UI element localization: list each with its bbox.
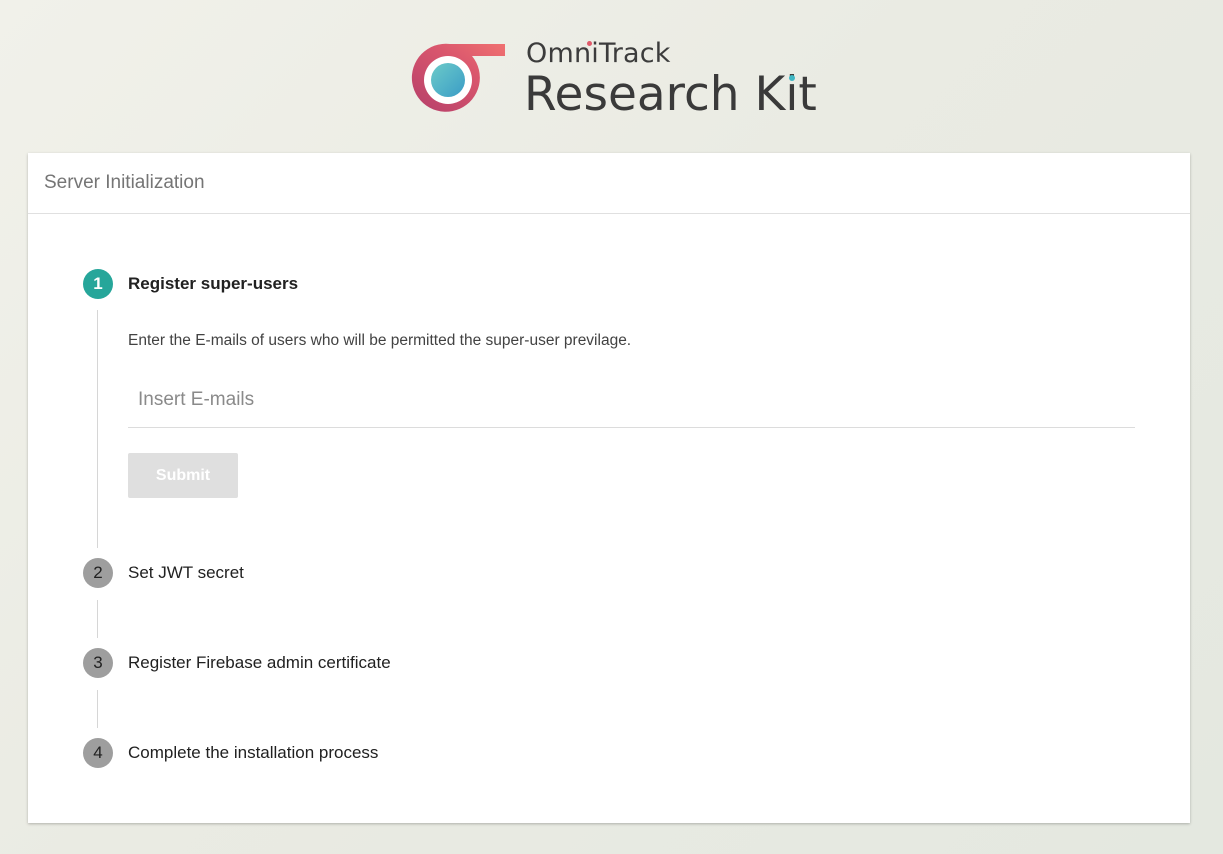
- omnitrack-logo: OmniTrack Research Kit: [410, 38, 830, 128]
- step-4-label[interactable]: Complete the installation process: [128, 743, 378, 763]
- step-1-label[interactable]: Register super-users: [128, 274, 298, 294]
- server-initialization-card: Server Initialization 1 Register super-u…: [28, 153, 1190, 823]
- step-1-description: Enter the E-mails of users who will be p…: [128, 332, 632, 349]
- step-connector-line: [97, 600, 98, 638]
- step-connector-line: [97, 310, 98, 548]
- step-3-label[interactable]: Register Firebase admin certificate: [128, 653, 391, 673]
- card-title: Server Initialization: [28, 153, 1190, 214]
- step-2-label[interactable]: Set JWT secret: [128, 563, 244, 583]
- submit-button[interactable]: Submit: [128, 453, 238, 498]
- logo-wordmark-research-kit: Research Kit: [524, 67, 817, 122]
- logo-wordmark-omnitrack: OmniTrack: [526, 38, 671, 69]
- step-4-number: 4: [83, 738, 113, 768]
- step-1-number: 1: [83, 269, 113, 299]
- step-3-number: 3: [83, 648, 113, 678]
- logo-accent-dot-teal: [789, 75, 795, 81]
- step-2-number: 2: [83, 558, 113, 588]
- email-input[interactable]: [128, 372, 1135, 428]
- step-connector-line: [97, 690, 98, 728]
- logo-accent-dot-red: [587, 41, 592, 46]
- omnitrack-logo-icon: [411, 43, 505, 112]
